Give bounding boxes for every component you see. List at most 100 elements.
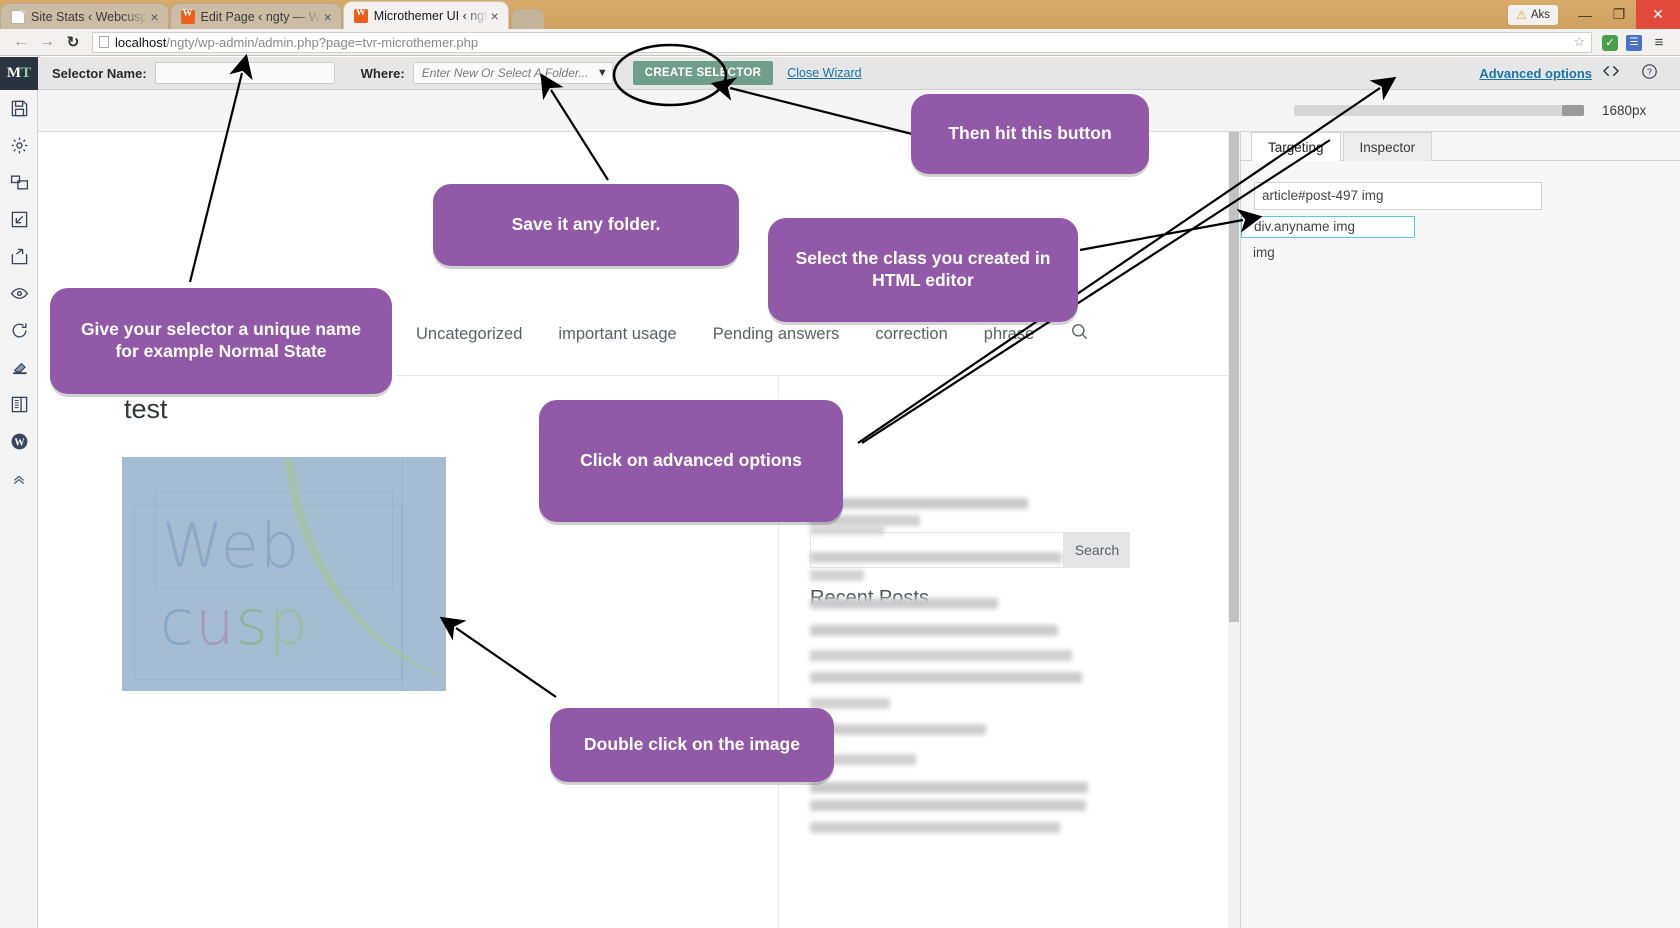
callout-save-it-any-folder: Save it any folder. <box>433 184 739 266</box>
scrollbar-thumb[interactable] <box>1229 132 1239 622</box>
page-icon <box>11 9 25 24</box>
close-icon[interactable]: × <box>148 10 162 24</box>
sidebar-item-collapse[interactable] <box>0 460 38 497</box>
browser-tab-title: Site Stats ‹ Webcusp <box>31 9 148 24</box>
nav-item-phrase[interactable]: phrase <box>984 325 1034 344</box>
arrow-right-icon[interactable]: → <box>34 33 60 51</box>
magnifier-icon[interactable] <box>1070 322 1089 346</box>
tab-targeting[interactable]: Targeting <box>1251 132 1341 161</box>
logo-text-top: Web <box>162 509 301 582</box>
callout-double-click-image: Double click on the image <box>550 708 834 782</box>
wordpress-icon: W <box>10 432 29 451</box>
logo-text-bottom: cusp <box>160 586 310 659</box>
svg-text:W: W <box>14 437 25 448</box>
responsive-icon <box>10 173 29 192</box>
browser-tab-title: Edit Page ‹ ngty — W <box>200 9 321 24</box>
sidebar-item-revert[interactable] <box>0 312 38 349</box>
nav-item-correction[interactable]: correction <box>875 325 947 344</box>
svg-text:?: ? <box>1647 66 1652 76</box>
window-close-button[interactable]: ✕ <box>1636 0 1680 29</box>
logo-letter-m: M <box>6 65 22 81</box>
tab-inspector[interactable]: Inspector <box>1342 132 1433 161</box>
panel-tabs: Targeting Inspector <box>1241 132 1680 161</box>
import-icon <box>10 210 29 229</box>
logo-letter-t: T <box>21 65 32 81</box>
star-icon[interactable]: ☆ <box>1573 34 1585 50</box>
extension-warning-badge[interactable]: ⚠ Aks <box>1508 4 1558 25</box>
sidebar-item-responsive[interactable] <box>0 164 38 201</box>
callout-then-hit-this-button: Then hit this button <box>911 94 1149 174</box>
close-icon[interactable]: × <box>321 10 335 24</box>
slider-thumb[interactable] <box>1562 105 1584 116</box>
extension-green-icon[interactable]: ✓ <box>1598 34 1622 51</box>
selector-name-input[interactable] <box>154 62 335 84</box>
site-search-button[interactable]: Search <box>1064 532 1130 568</box>
settings-icon <box>10 136 29 155</box>
selector-candidate-row[interactable]: img <box>1241 242 1413 263</box>
window-controls: ⚠ Aks — ❐ ✕ <box>1508 0 1680 29</box>
microthemer-logo[interactable]: MT <box>0 57 38 90</box>
screen-root: Site Stats ‹ Webcusp × Edit Page ‹ ngty … <box>0 0 1680 928</box>
sidebar-item-layout[interactable] <box>0 386 38 423</box>
hamburger-icon[interactable]: ≡ <box>1646 34 1672 51</box>
toolbar-right-group: Advanced options ? <box>1479 63 1680 84</box>
nav-item-important-usage[interactable]: important usage <box>558 325 676 344</box>
preview-width-slider[interactable] <box>1294 105 1584 116</box>
url-input[interactable]: localhost /ngty/wp-admin/admin.php?page=… <box>92 31 1592 53</box>
wordpress-icon <box>353 7 368 23</box>
page-info-icon <box>99 36 109 48</box>
post-featured-image[interactable]: Web cusp <box>122 457 446 691</box>
warning-triangle-icon: ⚠ <box>1516 7 1527 22</box>
browser-url-bar: ← → ↻ localhost /ngty/wp-admin/admin.php… <box>0 29 1680 56</box>
close-icon[interactable]: × <box>488 9 502 23</box>
extension-blue-icon[interactable]: ☰ <box>1622 33 1646 51</box>
browser-tab-1[interactable]: Site Stats ‹ Webcusp × <box>0 3 169 29</box>
nav-item-uncategorized[interactable]: Uncategorized <box>416 325 522 344</box>
sidebar-item-wordpress[interactable]: W <box>0 423 38 460</box>
callout-select-the-class: Select the class you created in HTML edi… <box>768 218 1078 322</box>
save-icon <box>10 99 29 118</box>
selector-candidate-row[interactable]: div.anyname img <box>1241 216 1415 238</box>
folder-select[interactable]: Enter New Or Select A Folder... ▼ <box>412 62 613 84</box>
sidebar-item-preview[interactable] <box>0 275 38 312</box>
sidebar-item-import[interactable] <box>0 201 38 238</box>
sidebar-item-settings[interactable] <box>0 127 38 164</box>
preview-scrollbar[interactable] <box>1228 132 1240 928</box>
selector-name-label: Selector Name: <box>52 65 147 81</box>
reload-icon[interactable]: ↻ <box>60 33 86 51</box>
url-host: localhost <box>115 34 167 50</box>
selector-textarea[interactable] <box>1254 182 1542 210</box>
url-path: /ngty/wp-admin/admin.php?page=tvr-microt… <box>166 34 479 50</box>
question-circle-icon[interactable]: ? <box>1630 63 1668 84</box>
maximize-button[interactable]: ❐ <box>1602 6 1636 23</box>
sidebar-item-save[interactable] <box>0 90 38 127</box>
extension-warning-label: Aks <box>1530 8 1550 21</box>
callout-click-advanced-options: Click on advanced options <box>539 400 843 522</box>
browser-tab-2[interactable]: Edit Page ‹ ngty — W × <box>169 3 342 29</box>
sidebar-item-export[interactable] <box>0 238 38 275</box>
eraser-icon <box>9 358 30 377</box>
nav-item-pending-answers[interactable]: Pending answers <box>713 325 840 344</box>
preview-width-bar: 1680px <box>38 90 1680 132</box>
advanced-options-link[interactable]: Advanced options <box>1479 66 1592 81</box>
close-wizard-link[interactable]: Close Wizard <box>787 66 861 80</box>
wordpress-icon <box>180 8 195 24</box>
create-selector-button[interactable]: CREATE SELECTOR <box>632 61 774 85</box>
browser-tab-title: Microthemer UI ‹ ngt <box>373 8 488 23</box>
preview-eye-icon <box>9 284 30 303</box>
revert-icon <box>10 321 29 340</box>
browser-tab-bar: Site Stats ‹ Webcusp × Edit Page ‹ ngty … <box>0 0 1680 29</box>
browser-tab-3-active[interactable]: Microthemer UI ‹ ngt × <box>342 1 509 29</box>
post-title: test <box>124 394 168 424</box>
where-label: Where: <box>360 65 405 81</box>
microthemer-sidebar: MT W <box>0 57 38 928</box>
collapse-icon <box>10 471 28 487</box>
chevron-down-icon: ▼ <box>596 67 608 79</box>
new-tab-button[interactable] <box>511 9 544 29</box>
arrow-left-icon[interactable]: ← <box>8 33 34 51</box>
layout-icon <box>10 395 29 414</box>
minimize-button[interactable]: — <box>1568 7 1602 23</box>
preview-width-label: 1680px <box>1602 103 1647 118</box>
code-brackets-icon[interactable] <box>1592 64 1630 82</box>
sidebar-item-eraser[interactable] <box>0 349 38 386</box>
